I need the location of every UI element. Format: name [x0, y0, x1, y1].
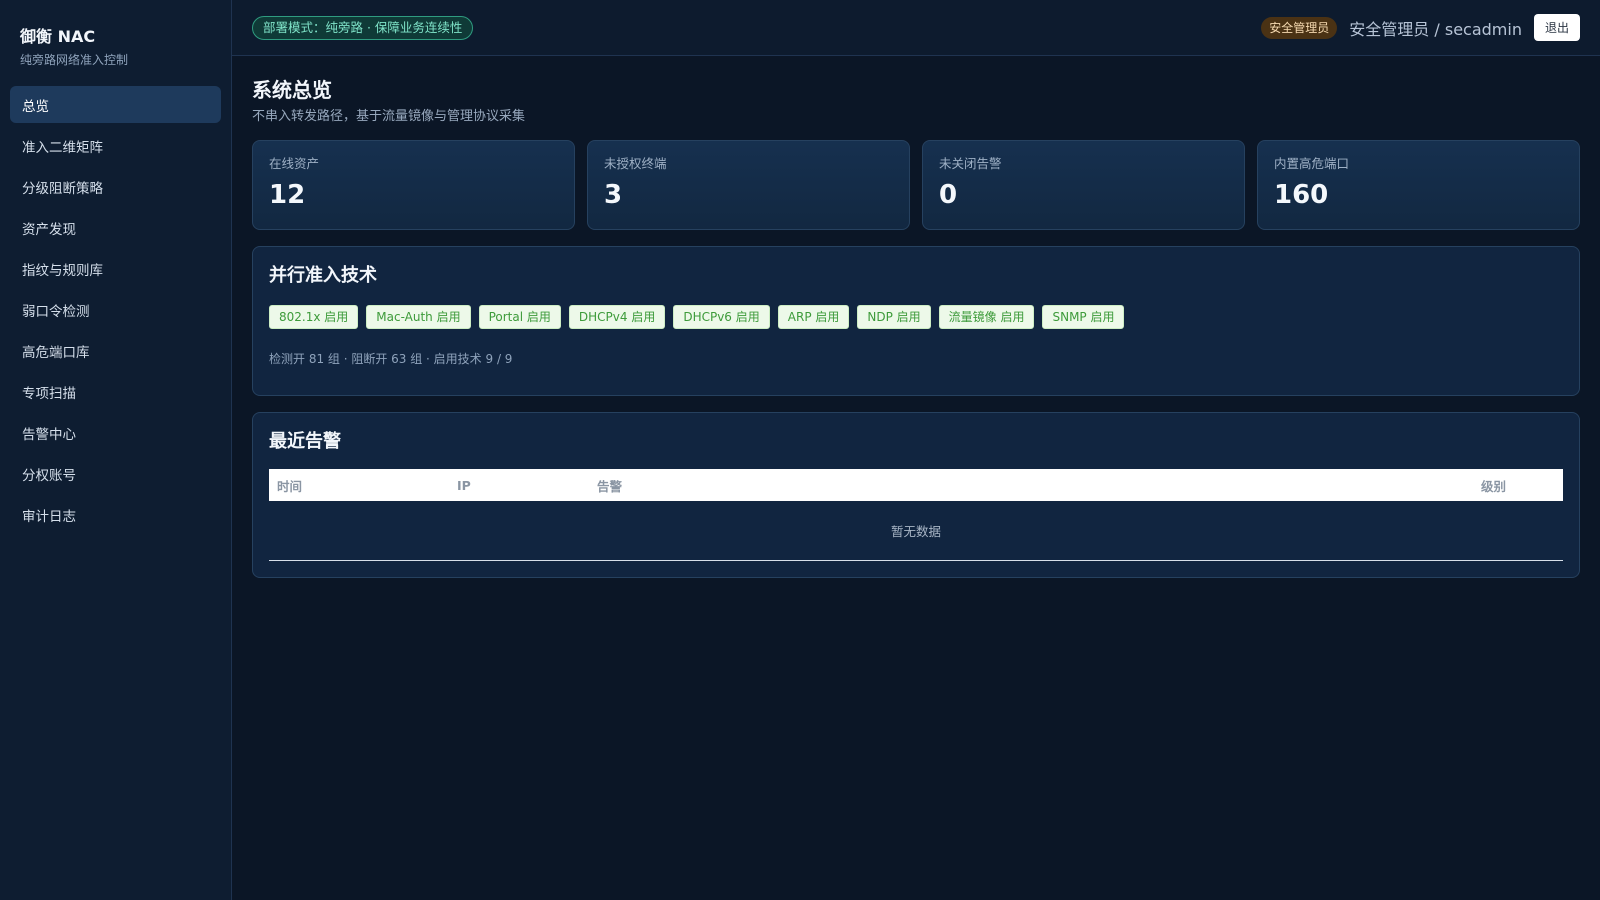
- alerts-panel-title: 最近告警: [269, 431, 341, 452]
- sidebar-nav: 总览 准入二维矩阵 分级阻断策略 资产发现 指纹与规则库 弱口令检测 高危端口库…: [10, 86, 221, 533]
- tech-tag-8021x: 802.1x 启用: [269, 305, 359, 329]
- tech-tag-dhcpv6: DHCPv6 启用: [673, 305, 770, 329]
- content: 系统总览 不串入转发路径，基于流量镜像与管理协议采集 在线资产 12 未授权终端…: [232, 56, 1600, 578]
- stat-label: 在线资产: [269, 156, 320, 171]
- sidebar-item-special-scan[interactable]: 专项扫描: [10, 373, 221, 410]
- empty-state-text: 暂无数据: [269, 501, 1563, 561]
- alerts-table-header: 时间 IP 告警 级别: [269, 469, 1563, 501]
- role-badge: 安全管理员: [1261, 16, 1338, 39]
- main-area: 部署模式：纯旁路 · 保障业务连续性 安全管理员 安全管理员 / secadmi…: [232, 0, 1600, 900]
- stat-value: 3: [604, 180, 623, 210]
- table-row-empty: 暂无数据: [269, 501, 1563, 561]
- sidebar-item-fingerprint-rules[interactable]: 指纹与规则库: [10, 250, 221, 287]
- sidebar-item-overview[interactable]: 总览: [10, 86, 221, 123]
- brand: 御衡 NAC 纯旁路网络准入控制: [10, 26, 221, 68]
- stat-label: 内置高危端口: [1274, 156, 1350, 171]
- sidebar-item-audit-log[interactable]: 审计日志: [10, 496, 221, 533]
- tech-tag-dhcpv4: DHCPv4 启用: [568, 305, 666, 329]
- stat-card-open-alerts: 未关闭告警 0: [922, 140, 1245, 230]
- sidebar: 御衡 NAC 纯旁路网络准入控制 总览 准入二维矩阵 分级阻断策略 资产发现 指…: [0, 0, 232, 900]
- sidebar-item-block-policy[interactable]: 分级阻断策略: [10, 168, 221, 205]
- tech-panel: 并行准入技术 802.1x 启用 Mac-Auth 启用 Portal 启用 D…: [252, 246, 1580, 396]
- topbar: 部署模式：纯旁路 · 保障业务连续性 安全管理员 安全管理员 / secadmi…: [232, 0, 1600, 56]
- tech-summary: 检测开 81 组 · 阻断开 63 组 · 启用技术 9 / 9: [269, 352, 513, 366]
- stat-value: 12: [269, 180, 306, 210]
- stat-card-online-assets: 在线资产 12: [252, 140, 575, 230]
- stats-row: 在线资产 12 未授权终端 3 未关闭告警 0 内置高危端口 160: [252, 140, 1580, 230]
- sidebar-item-access-matrix[interactable]: 准入二维矩阵: [10, 127, 221, 164]
- user-area: 安全管理员 安全管理员 / secadmin 退出: [1261, 14, 1580, 41]
- sidebar-item-accounts[interactable]: 分权账号: [10, 455, 221, 492]
- column-header-ip[interactable]: IP: [449, 469, 589, 501]
- stat-card-unauthorized-terminals: 未授权终端 3: [587, 140, 910, 230]
- sidebar-item-asset-discovery[interactable]: 资产发现: [10, 209, 221, 246]
- tech-tag-portal: Portal 启用: [478, 305, 561, 329]
- stat-card-high-risk-ports: 内置高危端口 160: [1257, 140, 1580, 230]
- column-header-time[interactable]: 时间: [269, 469, 449, 501]
- sidebar-item-alert-center[interactable]: 告警中心: [10, 414, 221, 451]
- tech-tag-list: 802.1x 启用 Mac-Auth 启用 Portal 启用 DHCPv4 启…: [269, 305, 1563, 329]
- column-header-alert[interactable]: 告警: [589, 469, 1473, 501]
- tech-tag-snmp: SNMP 启用: [1042, 305, 1125, 329]
- logout-button[interactable]: 退出: [1533, 14, 1580, 41]
- alerts-table: 时间 IP 告警 级别 暂无数据: [269, 469, 1563, 561]
- tech-tag-traffic-mirror: 流量镜像 启用: [938, 305, 1035, 329]
- sidebar-item-high-risk-ports[interactable]: 高危端口库: [10, 332, 221, 369]
- stat-label: 未关闭告警: [939, 156, 1002, 171]
- tech-tag-mac-auth: Mac-Auth 启用: [366, 305, 471, 329]
- deploy-mode-badge: 部署模式：纯旁路 · 保障业务连续性: [252, 15, 474, 40]
- tech-tag-ndp: NDP 启用: [857, 305, 931, 329]
- tech-tag-arp: ARP 启用: [777, 305, 850, 329]
- sidebar-item-weak-password[interactable]: 弱口令检测: [10, 291, 221, 328]
- stat-value: 0: [939, 180, 958, 210]
- tech-panel-title: 并行准入技术: [269, 265, 377, 286]
- stat-value: 160: [1274, 180, 1329, 210]
- current-user: 安全管理员 / secadmin: [1349, 19, 1522, 39]
- stat-label: 未授权终端: [604, 156, 667, 171]
- brand-subtitle: 纯旁路网络准入控制: [20, 53, 129, 67]
- column-header-level[interactable]: 级别: [1473, 469, 1563, 501]
- brand-name: 御衡 NAC: [20, 27, 96, 46]
- alerts-panel: 最近告警 时间 IP 告警 级别 暂无数据: [252, 412, 1580, 578]
- page-subtitle: 不串入转发路径，基于流量镜像与管理协议采集: [252, 109, 526, 124]
- app-shell: 御衡 NAC 纯旁路网络准入控制 总览 准入二维矩阵 分级阻断策略 资产发现 指…: [0, 0, 1600, 900]
- page-title: 系统总览: [252, 78, 332, 102]
